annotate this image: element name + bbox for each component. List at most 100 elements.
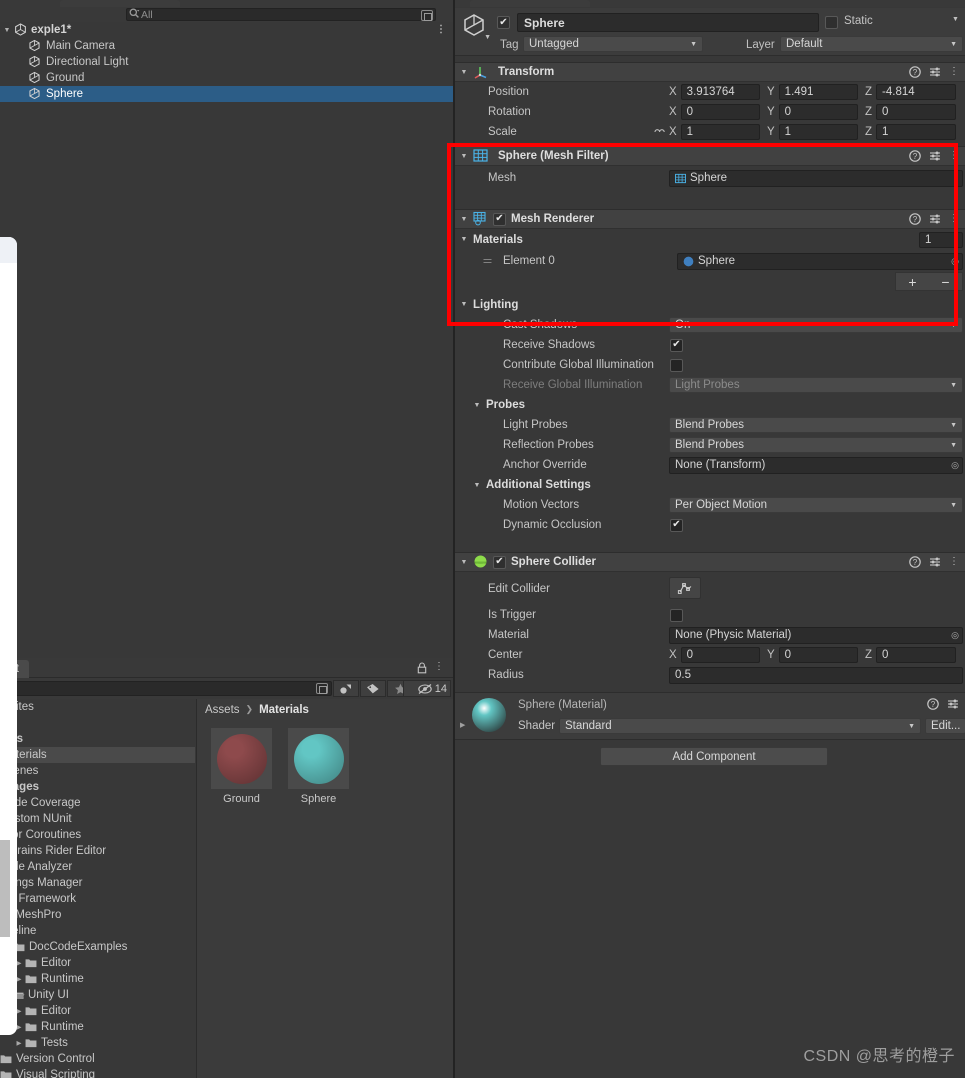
chevron-down-icon[interactable]: ▼: [468, 482, 486, 489]
rotation-y-field[interactable]: 0: [778, 104, 858, 120]
position-z-field[interactable]: -4.814: [876, 84, 956, 100]
chevron-down-icon[interactable]: ▼: [484, 34, 491, 41]
hierarchy-item-sphere[interactable]: Sphere: [0, 86, 453, 102]
reflection-probes-dropdown[interactable]: Blend Probes ▼: [669, 437, 963, 453]
chevron-down-icon[interactable]: ▼: [455, 559, 473, 566]
add-material-button[interactable]: +: [896, 273, 929, 290]
shader-dropdown[interactable]: Standard ▼: [559, 718, 921, 734]
chevron-down-icon[interactable]: ▼: [468, 402, 486, 409]
project-tree-item-visual-scripting[interactable]: Visual Scripting: [0, 1067, 195, 1078]
project-tree-item-runtime[interactable]: ▶ Runtime: [0, 1019, 195, 1035]
mesh-renderer-enabled-checkbox[interactable]: [493, 212, 506, 226]
preset-icon[interactable]: [929, 213, 941, 225]
hierarchy-item-directional-light[interactable]: Directional Light: [0, 54, 453, 70]
layer-dropdown[interactable]: Default ▼: [780, 36, 963, 52]
project-tree-item-ckages[interactable]: ckages: [0, 779, 195, 795]
preset-icon[interactable]: [929, 66, 941, 78]
remove-material-button[interactable]: −: [929, 273, 962, 290]
chevron-down-icon[interactable]: ▼: [455, 216, 473, 223]
component-menu-icon[interactable]: ⋮: [949, 557, 959, 567]
chevron-down-icon[interactable]: ▼: [0, 27, 14, 34]
material-object-field[interactable]: Sphere ◎: [677, 252, 963, 270]
filter-by-type-icon[interactable]: [333, 680, 359, 697]
object-picker-icon[interactable]: ◎: [951, 256, 959, 267]
static-dropdown-icon[interactable]: ▼: [952, 16, 959, 23]
chevron-down-icon[interactable]: ▼: [455, 69, 473, 76]
search-expand-icon[interactable]: [421, 10, 433, 21]
project-tree-item-scenes[interactable]: Scenes: [0, 763, 195, 779]
project-tree-item-doccodeexamples[interactable]: DocCodeExamples: [0, 939, 195, 955]
chevron-down-icon[interactable]: ▼: [455, 301, 473, 308]
chevron-right-icon[interactable]: ▶: [460, 721, 465, 729]
project-tree-item-editor[interactable]: ▶ Editor: [0, 955, 195, 971]
project-tree-item-code-coverage[interactable]: Code Coverage: [0, 795, 195, 811]
project-tree-item-extmeshpro[interactable]: extMeshPro: [0, 907, 195, 923]
hierarchy-menu-icon[interactable]: ⋮: [436, 25, 446, 35]
asset-thumbnail[interactable]: [211, 728, 272, 789]
hierarchy-tab[interactable]: [60, 0, 180, 7]
sphere-collider-enabled-checkbox[interactable]: [493, 555, 506, 569]
component-menu-icon[interactable]: ⋮: [949, 214, 959, 224]
center-y-field[interactable]: 0: [778, 647, 858, 663]
component-menu-icon[interactable]: ⋮: [949, 67, 959, 77]
motion-vectors-dropdown[interactable]: Per Object Motion ▼: [669, 497, 963, 513]
constrain-proportions-icon[interactable]: [653, 126, 666, 141]
preset-icon[interactable]: [929, 150, 941, 162]
project-tree-item-imeline[interactable]: imeline: [0, 923, 195, 939]
filter-by-label-icon[interactable]: [360, 680, 386, 697]
hidden-packages-count[interactable]: 14: [403, 680, 451, 697]
help-icon[interactable]: ?: [909, 66, 921, 78]
asset-item-ground[interactable]: Ground: [211, 728, 272, 805]
gameobject-icon[interactable]: ▼: [461, 12, 491, 41]
anchor-override-field[interactable]: None (Transform) ◎: [669, 456, 963, 474]
project-search-input[interactable]: [0, 681, 332, 696]
rotation-z-field[interactable]: 0: [876, 104, 956, 120]
help-icon[interactable]: ?: [909, 213, 921, 225]
gameobject-name-field[interactable]: Sphere: [517, 13, 819, 32]
hierarchy-item-ground[interactable]: Ground: [0, 70, 453, 86]
hierarchy-scene-row[interactable]: ▼ exple1* ⋮: [0, 22, 453, 38]
help-icon[interactable]: ?: [909, 556, 921, 568]
project-tree-item-ditor-coroutines[interactable]: ditor Coroutines: [0, 827, 195, 843]
probes-foldout[interactable]: ▼ Probes: [455, 395, 965, 415]
physic-material-field[interactable]: None (Physic Material) ◎: [669, 626, 963, 644]
chevron-right-icon[interactable]: ▶: [13, 1039, 25, 1047]
asset-item-sphere[interactable]: Sphere: [288, 728, 349, 805]
contribute-gi-checkbox[interactable]: [670, 358, 683, 372]
mesh-renderer-header[interactable]: ▼ Mesh Renderer ? ⋮: [455, 209, 965, 229]
chevron-down-icon[interactable]: ▼: [455, 153, 473, 160]
add-component-button[interactable]: Add Component: [600, 747, 828, 766]
project-tree-item-etbrains-rider-editor[interactable]: etBrains Rider Editor: [0, 843, 195, 859]
project-tree-item-ettings-manager[interactable]: ettings Manager: [0, 875, 195, 891]
drag-handle-icon[interactable]: ＝: [482, 253, 493, 269]
position-x-field[interactable]: 3.913764: [680, 84, 760, 100]
is-trigger-checkbox[interactable]: [670, 608, 683, 622]
project-tree-item-tests[interactable]: ▶ Tests: [0, 1035, 195, 1051]
hierarchy-search-input[interactable]: All: [126, 8, 436, 21]
edit-collider-button[interactable]: [669, 577, 701, 599]
radius-field[interactable]: 0.5: [669, 666, 963, 684]
project-tree-scrollbar[interactable]: [0, 840, 10, 937]
object-picker-icon[interactable]: ◎: [951, 460, 959, 471]
component-menu-icon[interactable]: ⋮: [949, 151, 959, 161]
preset-icon[interactable]: [929, 556, 941, 568]
dynamic-occlusion-checkbox[interactable]: [670, 518, 683, 532]
materials-size-field[interactable]: 1: [919, 232, 963, 248]
project-search-expand-icon[interactable]: [316, 683, 328, 694]
preset-icon[interactable]: [947, 698, 959, 710]
cast-shadows-dropdown[interactable]: On ▼: [669, 317, 963, 333]
tab-inspector[interactable]: [470, 0, 590, 7]
center-z-field[interactable]: 0: [876, 647, 956, 663]
project-tree-item-unity-ui[interactable]: Unity UI: [0, 987, 195, 1003]
project-tree-item-est-framework[interactable]: est Framework: [0, 891, 195, 907]
receive-shadows-checkbox[interactable]: [670, 338, 683, 352]
scale-y-field[interactable]: 1: [778, 124, 858, 140]
project-tree-item-vorites[interactable]: vorites: [0, 699, 195, 715]
materials-foldout[interactable]: ▼ Materials 1: [455, 229, 965, 250]
hierarchy-item-main-camera[interactable]: Main Camera: [0, 38, 453, 54]
help-icon[interactable]: ?: [927, 698, 939, 710]
breadcrumb-root[interactable]: Assets: [205, 704, 240, 716]
project-tree-item-runtime[interactable]: ▶ Runtime: [0, 971, 195, 987]
lighting-foldout[interactable]: ▼ Lighting: [455, 294, 965, 315]
sphere-collider-header[interactable]: ▼ Sphere Collider ? ⋮: [455, 552, 965, 572]
